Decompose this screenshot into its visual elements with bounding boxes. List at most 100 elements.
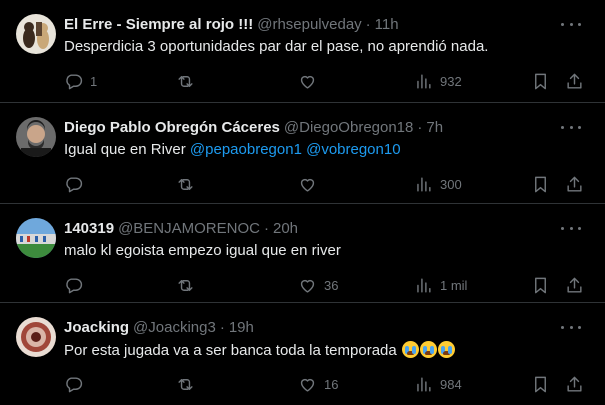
tweet-header: El Erre - Siempre al rojo !!! @rhsepulve… — [64, 14, 399, 34]
separator-dot: · — [417, 118, 423, 136]
bookmark-button[interactable] — [531, 371, 550, 397]
more-icon[interactable] — [561, 16, 581, 32]
tweet-header: 140319 @BENJAMORENOC · 20h — [64, 218, 298, 238]
retweet-icon — [178, 75, 193, 87]
share-icon — [567, 376, 582, 392]
reply-icon — [66, 277, 83, 293]
more-icon[interactable] — [561, 119, 581, 135]
separator-dot: · — [219, 318, 225, 336]
tweet-text-prefix: Igual que en River — [64, 141, 190, 158]
tweet[interactable]: 140319 @BENJAMORENOC · 20h malo kl egois… — [0, 204, 605, 303]
share-button[interactable] — [565, 371, 584, 397]
views-button[interactable]: 984 — [414, 371, 462, 397]
reply-count: 1 — [90, 73, 98, 89]
tweet[interactable]: Joacking @Joacking3 · 19h Por esta jugad… — [0, 303, 605, 405]
bookmark-button[interactable] — [531, 171, 550, 197]
user-handle[interactable]: @DiegoObregon18 — [284, 119, 413, 136]
retweet-icon — [178, 178, 193, 190]
reply-icon — [66, 73, 83, 89]
tweet-header: Diego Pablo Obregón Cáceres @DiegoObrego… — [64, 117, 443, 137]
heart-icon — [300, 279, 315, 293]
tweet-text: Igual que en River @pepaobregon1 @vobreg… — [64, 141, 401, 158]
more-icon[interactable] — [561, 220, 581, 236]
like-button[interactable]: 36 — [298, 272, 338, 298]
avatar[interactable] — [16, 218, 56, 258]
view-count: 984 — [440, 376, 462, 392]
share-icon — [567, 176, 582, 192]
display-name[interactable]: Joacking — [64, 319, 129, 336]
mention-link[interactable]: @pepaobregon1 — [190, 141, 302, 158]
tweet-text: Por esta jugada va a ser banca toda la t… — [64, 341, 455, 359]
like-count: 36 — [324, 277, 339, 293]
display-name[interactable]: 140319 — [64, 220, 114, 237]
tweet-text: Desperdicia 3 oportunidades par dar el p… — [64, 38, 489, 55]
reply-button[interactable] — [64, 272, 83, 298]
views-icon — [417, 176, 431, 192]
mention-link[interactable]: @vobregon10 — [306, 141, 400, 158]
tweet-header: Joacking @Joacking3 · 19h — [64, 317, 254, 337]
separator-dot: · — [263, 219, 269, 237]
share-button[interactable] — [565, 171, 584, 197]
avatar[interactable] — [16, 117, 56, 157]
view-count: 932 — [440, 73, 462, 89]
share-icon — [567, 73, 582, 89]
bookmark-icon — [535, 73, 546, 89]
views-button[interactable]: 1 mil — [414, 272, 467, 298]
action-bar: 36 1 mil — [0, 272, 605, 298]
reply-icon — [66, 376, 83, 392]
user-handle[interactable]: @Joacking3 — [133, 319, 216, 336]
views-button[interactable]: 932 — [414, 68, 462, 94]
user-handle[interactable]: @BENJAMORENOC — [118, 220, 260, 237]
retweet-button[interactable] — [176, 272, 195, 298]
reply-icon — [66, 176, 83, 192]
timestamp[interactable]: 7h — [426, 119, 443, 136]
share-button[interactable] — [565, 272, 584, 298]
tweet[interactable]: El Erre - Siempre al rojo !!! @rhsepulve… — [0, 0, 605, 103]
bookmark-button[interactable] — [531, 68, 550, 94]
view-count: 300 — [440, 176, 462, 192]
bookmark-icon — [535, 277, 546, 293]
retweet-icon — [178, 279, 193, 291]
like-button[interactable] — [298, 171, 317, 197]
avatar[interactable] — [16, 14, 56, 54]
timestamp[interactable]: 19h — [229, 319, 254, 336]
timestamp[interactable]: 11h — [375, 16, 399, 33]
reply-button[interactable] — [64, 371, 83, 397]
loudly-crying-face-icon — [401, 341, 419, 358]
loudly-crying-face-icon — [437, 341, 455, 358]
retweet-button[interactable] — [176, 371, 195, 397]
share-icon — [567, 277, 582, 293]
action-bar: 300 — [0, 171, 605, 197]
bookmark-icon — [535, 176, 546, 192]
more-icon[interactable] — [561, 319, 581, 335]
reply-button[interactable]: 1 — [64, 68, 97, 94]
timestamp[interactable]: 20h — [273, 220, 298, 237]
like-button[interactable] — [298, 68, 317, 94]
reply-button[interactable] — [64, 171, 83, 197]
display-name[interactable]: El Erre - Siempre al rojo !!! — [64, 16, 253, 33]
tweet-text: malo kl egoista empezo igual que en rive… — [64, 242, 341, 259]
bookmark-icon — [535, 376, 546, 392]
retweet-button[interactable] — [176, 171, 195, 197]
tweet-text-content: Por esta jugada va a ser banca toda la t… — [64, 342, 397, 359]
views-icon — [417, 376, 431, 392]
views-button[interactable]: 300 — [414, 171, 462, 197]
user-handle[interactable]: @rhsepulveday — [257, 16, 361, 33]
separator-dot: · — [365, 15, 371, 33]
views-icon — [417, 277, 431, 293]
heart-icon — [300, 75, 315, 89]
loudly-crying-face-icon — [419, 341, 437, 358]
like-button[interactable]: 16 — [298, 371, 338, 397]
action-bar: 16 984 — [0, 371, 605, 397]
avatar[interactable] — [16, 317, 56, 357]
view-count: 1 mil — [440, 277, 468, 293]
replies-feed: El Erre - Siempre al rojo !!! @rhsepulve… — [0, 0, 605, 405]
retweet-button[interactable] — [176, 68, 195, 94]
display-name[interactable]: Diego Pablo Obregón Cáceres — [64, 119, 280, 136]
tweet[interactable]: Diego Pablo Obregón Cáceres @DiegoObrego… — [0, 103, 605, 204]
heart-icon — [300, 378, 315, 392]
share-button[interactable] — [565, 68, 584, 94]
bookmark-button[interactable] — [531, 272, 550, 298]
heart-icon — [300, 178, 315, 192]
retweet-icon — [178, 378, 193, 390]
